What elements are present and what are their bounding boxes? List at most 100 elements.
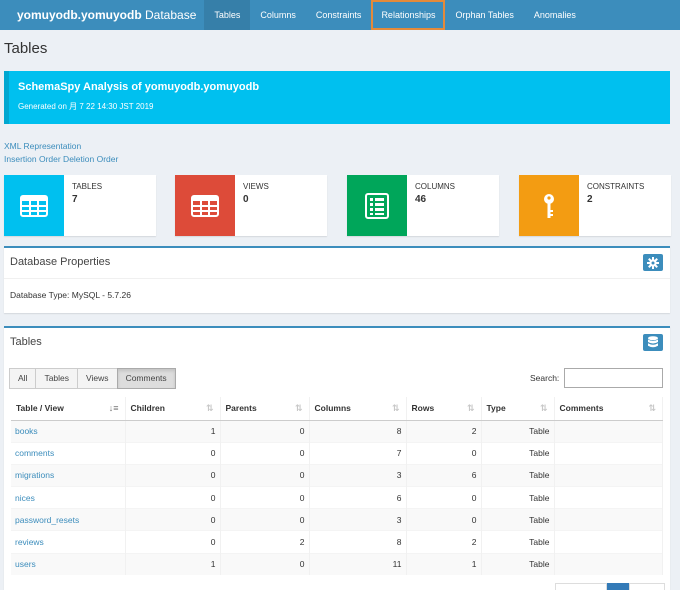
xml-representation-link[interactable]: XML Representation (4, 140, 118, 153)
table-name-cell: password_resets (11, 508, 126, 531)
col-header-columns[interactable]: Columns ⇅ (309, 397, 407, 421)
type-cell: Table (481, 530, 555, 554)
stat-label: CONSTRAINTS (587, 182, 645, 191)
gear-icon[interactable] (643, 254, 663, 271)
insertion-deletion-order-link[interactable]: Insertion Order Deletion Order (4, 153, 118, 166)
type-cell: Table (481, 419, 555, 443)
type-cell: Table (481, 463, 555, 487)
nav-anomalies[interactable]: Anomalies (524, 0, 586, 30)
stat-box-views: VIEWS 0 (175, 175, 327, 236)
col-header-rows[interactable]: Rows ⇅ (406, 397, 482, 421)
stat-value: 2 (587, 194, 593, 205)
col-header-type[interactable]: Type ⇅ (481, 397, 555, 421)
sort-icon: ⇅ (205, 403, 214, 413)
stat-value: 46 (415, 194, 427, 205)
nav-orphan-tables[interactable]: Orphan Tables (445, 0, 523, 30)
comments-cell (554, 508, 663, 531)
header-label: Children (130, 403, 165, 414)
brand-suffix: Database (141, 8, 197, 22)
table-link-books[interactable]: books (15, 426, 38, 436)
parents-cell: 2 (220, 530, 310, 554)
pagination-next[interactable] (629, 583, 665, 590)
nav-constraints[interactable]: Constraints (306, 0, 372, 30)
table-filter-group: All Tables Views Comments (9, 368, 176, 389)
col-header-comments[interactable]: Comments ⇅ (554, 397, 663, 421)
header-label: Table / View (16, 403, 64, 414)
nav-columns[interactable]: Columns (250, 0, 306, 30)
table-link-nices[interactable]: nices (15, 493, 35, 503)
top-navbar: yomuyodb.yomuyodb Database Tables Column… (0, 0, 680, 30)
stat-label: COLUMNS (415, 182, 456, 191)
filter-views-button[interactable]: Views (77, 368, 118, 389)
nav-tables[interactable]: Tables (204, 0, 251, 30)
stat-box-tables: TABLES 7 (4, 175, 156, 236)
table-row: comments 0 0 7 0 Table (11, 441, 663, 465)
comments-cell (554, 419, 663, 443)
filter-tables-button[interactable]: Tables (35, 368, 79, 389)
type-cell: Table (481, 552, 555, 576)
nav-relationships[interactable]: Relationships (371, 0, 446, 30)
stat-label: VIEWS (243, 182, 269, 191)
col-header-table-view[interactable]: Table / View ↓≡ (11, 397, 126, 421)
brand-db-name: yomuyodb.yomuyodb (17, 8, 142, 22)
columns-cell: 8 (309, 419, 407, 443)
parents-cell: 0 (220, 508, 310, 531)
header-label: Type (486, 403, 506, 414)
stat-label: TABLES (72, 182, 103, 191)
parents-cell: 0 (220, 486, 310, 509)
rows-cell: 2 (406, 530, 482, 554)
pagination (555, 583, 665, 590)
col-header-children[interactable]: Children ⇅ (125, 397, 221, 421)
box-header: Database Properties (4, 248, 670, 279)
analysis-callout: SchemaSpy Analysis of yomuyodb.yomuyodb … (4, 71, 670, 124)
children-cell: 0 (125, 508, 221, 531)
table-link-migrations[interactable]: migrations (15, 470, 54, 480)
generated-date: Generated on 月 7 22 14:30 JST 2019 (18, 102, 154, 111)
table-link-users[interactable]: users (15, 559, 36, 569)
pagination-previous[interactable] (555, 583, 607, 590)
rows-cell: 0 (406, 508, 482, 531)
list-icon (347, 175, 407, 236)
filter-all-button[interactable]: All (9, 368, 37, 389)
type-cell: Table (481, 508, 555, 531)
table-name-cell: reviews (11, 530, 126, 554)
database-icon[interactable] (643, 334, 663, 351)
brand-title[interactable]: yomuyodb.yomuyodb Database (0, 0, 204, 30)
table-row: nices 0 0 6 0 Table (11, 486, 663, 509)
header-label: Comments (559, 403, 604, 414)
columns-cell: 3 (309, 508, 407, 531)
header-label: Rows (411, 403, 435, 414)
children-cell: 0 (125, 486, 221, 509)
rows-cell: 1 (406, 552, 482, 576)
sort-icon: ⇅ (294, 403, 303, 413)
table-icon (175, 175, 235, 236)
table-name-cell: nices (11, 486, 126, 509)
children-cell: 0 (125, 463, 221, 487)
comments-cell (554, 486, 663, 509)
sort-asc-icon: ↓≡ (108, 403, 119, 413)
stat-value: 0 (243, 194, 249, 205)
table-name-cell: comments (11, 441, 126, 465)
table-name-cell: migrations (11, 463, 126, 487)
comments-cell (554, 463, 663, 487)
columns-cell: 6 (309, 486, 407, 509)
table-link-comments[interactable]: comments (15, 448, 54, 458)
columns-cell: 8 (309, 530, 407, 554)
table-link-password-resets[interactable]: password_resets (15, 515, 79, 525)
comments-cell (554, 552, 663, 576)
comments-cell (554, 530, 663, 554)
callout-title: SchemaSpy Analysis of yomuyodb.yomuyodb (18, 81, 260, 93)
filter-comments-button[interactable]: Comments (116, 368, 176, 389)
pagination-current-page[interactable] (607, 583, 629, 590)
key-icon (519, 175, 579, 236)
table-link-reviews[interactable]: reviews (15, 537, 44, 547)
col-header-parents[interactable]: Parents ⇅ (220, 397, 310, 421)
sort-icon: ⇅ (648, 403, 656, 413)
parents-cell: 0 (220, 441, 310, 465)
search-input[interactable] (564, 368, 663, 388)
children-cell: 0 (125, 530, 221, 554)
search-label: Search: (530, 373, 560, 383)
children-cell: 0 (125, 441, 221, 465)
table-header-row: Table / View ↓≡ Children ⇅ Parents ⇅ Column… (11, 397, 663, 421)
table-row: migrations 0 0 3 6 Table (11, 463, 663, 487)
